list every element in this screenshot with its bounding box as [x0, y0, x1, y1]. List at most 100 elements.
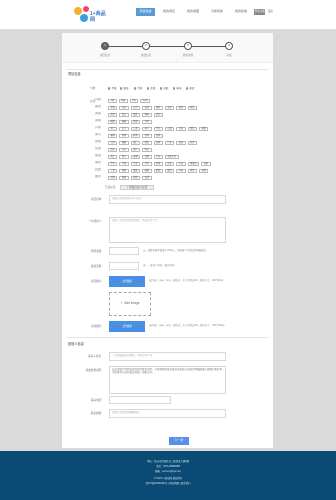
nav-item[interactable]: 我的收藏: [184, 8, 202, 16]
nav-item[interactable]: 项目投放: [136, 8, 155, 16]
tag-chip[interactable]: 绿色: [153, 106, 163, 110]
tag-chip[interactable]: 上衣: [108, 169, 118, 173]
tag-chip[interactable]: 粉色: [187, 106, 197, 110]
tag-chip[interactable]: 旅行: [130, 141, 141, 145]
add-custom-tag-button[interactable]: + 添加自定义标签: [120, 185, 154, 190]
tag-chip[interactable]: 华中: [142, 162, 152, 166]
tag-chip[interactable]: 线下: [119, 155, 129, 159]
tag-chip[interactable]: 四季: [153, 134, 163, 138]
tag-chip[interactable]: 家纺: [187, 169, 197, 173]
tag-chip[interactable]: 冬季: [142, 134, 152, 138]
tag-chip[interactable]: 夏季: [119, 134, 129, 138]
tag-chip[interactable]: 裤装: [119, 169, 129, 173]
tag-chip[interactable]: 休闲: [142, 113, 152, 117]
tag-chip[interactable]: 棕色: [176, 106, 186, 110]
tag-chip[interactable]: 复古: [119, 113, 129, 117]
tag-chip[interactable]: 男士: [108, 127, 118, 131]
tag-chip[interactable]: 日常: [108, 141, 118, 145]
tag-chip[interactable]: 西南: [153, 162, 163, 166]
add-image-box[interactable]: + Add Image: [109, 292, 151, 316]
email-input[interactable]: 请填写您常用的邮箱地址: [109, 409, 226, 418]
tag-chip[interactable]: 包邮: [108, 176, 118, 180]
tag-chip[interactable]: 秋季: [130, 134, 141, 138]
type-radio[interactable]: 生鲜: [134, 87, 142, 90]
next-step-button[interactable]: 下一步: [169, 437, 189, 445]
tag-chip[interactable]: 家庭: [199, 127, 209, 131]
tag-chip[interactable]: XL码: [140, 99, 150, 103]
tag-chip[interactable]: 东北: [176, 162, 186, 166]
tag-chip[interactable]: 羊毛: [142, 120, 152, 124]
tag-chip[interactable]: 黑色: [108, 106, 118, 110]
upload-detail-button[interactable]: 上传图片: [109, 321, 145, 332]
tag-chip[interactable]: 其他: [199, 169, 209, 173]
phone-input[interactable]: [109, 396, 171, 404]
tag-chip[interactable]: 港澳台: [187, 162, 200, 166]
tag-chip[interactable]: 棉质: [108, 120, 118, 124]
tag-chip[interactable]: 简约: [108, 113, 118, 117]
tag-chip[interactable]: 通勤: [119, 141, 129, 145]
tag-chip[interactable]: 线上: [108, 155, 118, 159]
tag-chip[interactable]: 华东: [108, 162, 118, 166]
tag-chip[interactable]: 白色: [119, 106, 129, 110]
type-radio[interactable]: 家居: [186, 87, 194, 90]
type-radio[interactable]: 家电: [173, 87, 181, 90]
tag-chip[interactable]: 中价: [119, 148, 129, 152]
tag-chip[interactable]: 西北: [164, 162, 175, 166]
type-radio[interactable]: 服饰: [120, 87, 128, 90]
tag-chip[interactable]: M码: [118, 99, 128, 103]
tag-chip[interactable]: 华南: [119, 162, 129, 166]
period-input[interactable]: [109, 262, 139, 270]
tag-chip[interactable]: 电商平台: [164, 155, 179, 159]
tag-chip[interactable]: 裙装: [130, 169, 141, 173]
tag-chip[interactable]: 退换: [119, 176, 129, 180]
tag-chip[interactable]: 直播: [130, 155, 141, 159]
tag-chip[interactable]: 箱包: [164, 169, 175, 173]
tag-chip[interactable]: 运动: [176, 141, 186, 145]
nav-item[interactable]: 我的投放: [232, 8, 250, 16]
tag-chip[interactable]: 宝妈: [176, 127, 186, 131]
tag-chip[interactable]: 特价: [142, 148, 152, 152]
tag-chip[interactable]: 儿童: [130, 127, 141, 131]
tag-chip[interactable]: 社群: [142, 155, 152, 159]
tag-chip[interactable]: 女士: [119, 127, 129, 131]
tag-chip[interactable]: 商务: [187, 141, 197, 145]
tag-chip[interactable]: 甜美: [130, 113, 141, 117]
tag-chip[interactable]: 老人: [142, 127, 152, 131]
contact-input[interactable]: 一句话描述您的项目，不超过50个字: [109, 352, 226, 361]
desc-textarea[interactable]: 在此请填写项目投放的相关要求说明，对所需要的投放渠道或投放方式进行明确描述以便我…: [109, 366, 226, 394]
tag-chip[interactable]: 定制: [142, 176, 152, 180]
tag-chip[interactable]: 白领: [164, 127, 175, 131]
tag-chip[interactable]: 聚会: [142, 141, 152, 145]
tag-chip[interactable]: L码: [129, 99, 139, 103]
type-radio[interactable]: 美妆: [147, 87, 155, 90]
upload-image-button[interactable]: 上传图片: [109, 276, 145, 287]
intro-textarea[interactable]: 请用一句话介绍您的项目，不超过50个字: [109, 217, 226, 243]
tag-chip[interactable]: 居家: [153, 141, 163, 145]
tag-chip[interactable]: 低价: [108, 148, 118, 152]
nav-item[interactable]: 分类导航: [208, 8, 226, 16]
tag-chip[interactable]: 春季: [108, 134, 118, 138]
nav-item[interactable]: 我的项目: [160, 8, 178, 16]
login-button[interactable]: 登录注册: [254, 9, 265, 15]
logout-link[interactable]: 退出: [266, 9, 275, 15]
tag-chip[interactable]: S码: [108, 99, 117, 103]
tag-chip[interactable]: 麻质: [119, 120, 129, 124]
tag-chip[interactable]: 配饰: [153, 169, 163, 173]
tag-chip[interactable]: 鞋靴: [142, 169, 152, 173]
type-radio[interactable]: 母婴: [160, 87, 168, 90]
budget-input[interactable]: [109, 247, 139, 255]
tag-chip[interactable]: 蓝色: [142, 106, 152, 110]
tag-chip[interactable]: 内衣: [176, 169, 186, 173]
tag-chip[interactable]: 红色: [130, 106, 141, 110]
tag-chip[interactable]: 海外: [201, 162, 211, 166]
tag-chip[interactable]: 门店: [153, 155, 163, 159]
type-radio[interactable]: 不限: [108, 87, 116, 90]
tag-chip[interactable]: 运动: [153, 113, 163, 117]
tag-chip[interactable]: 学生: [153, 127, 163, 131]
tag-chip[interactable]: 情侣: [187, 127, 197, 131]
tag-chip[interactable]: 丝绸: [130, 120, 141, 124]
tag-chip[interactable]: 灰色: [164, 106, 175, 110]
tag-chip[interactable]: 华北: [130, 162, 141, 166]
tag-chip[interactable]: 高价: [130, 148, 141, 152]
site-logo[interactable]: 1+商品网: [74, 5, 110, 27]
